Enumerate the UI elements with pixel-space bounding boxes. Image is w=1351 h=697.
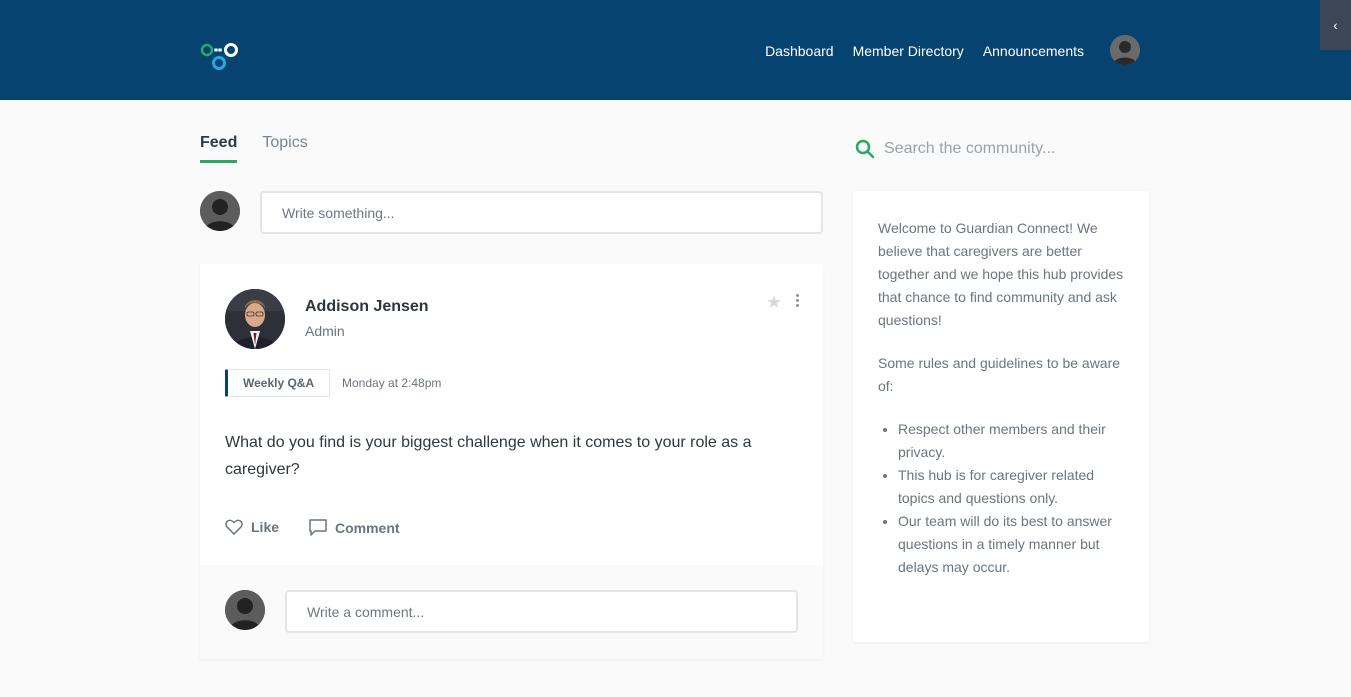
- user-silhouette-icon: [1110, 35, 1140, 65]
- composer-avatar: [200, 191, 240, 231]
- rules-list: Respect other members and their privacy.…: [878, 418, 1125, 579]
- author-name[interactable]: Addison Jensen: [305, 298, 429, 316]
- nav-member-directory[interactable]: Member Directory: [853, 43, 964, 59]
- comment-button[interactable]: Comment: [309, 519, 400, 536]
- author-role: Admin: [305, 323, 345, 339]
- nav-announcements[interactable]: Announcements: [983, 43, 1084, 59]
- community-search: [855, 136, 1150, 162]
- rule-item: Respect other members and their privacy.: [898, 418, 1125, 464]
- welcome-card: Welcome to Guardian Connect! We believe …: [853, 191, 1149, 642]
- commenter-avatar: [225, 590, 265, 630]
- guardian-connect-logo[interactable]: [198, 36, 242, 72]
- post-composer-input[interactable]: [260, 191, 823, 234]
- comment-area: [200, 565, 823, 659]
- feed-tabs: Feed Topics: [200, 134, 308, 163]
- sidebar-collapse-button[interactable]: ‹: [1320, 0, 1351, 50]
- topic-tag[interactable]: Weekly Q&A: [225, 369, 331, 397]
- nav-dashboard[interactable]: Dashboard: [765, 43, 834, 59]
- tab-topics[interactable]: Topics: [262, 134, 307, 163]
- star-icon[interactable]: ★: [766, 292, 782, 313]
- rule-item: Our team will do its best to answer ques…: [898, 510, 1125, 579]
- chevron-left-icon: ‹: [1333, 17, 1338, 33]
- rules-heading: Some rules and guidelines to be aware of…: [878, 355, 1121, 394]
- post-body: What do you find is your biggest challen…: [225, 434, 752, 478]
- welcome-text: Welcome to Guardian Connect! We believe …: [878, 220, 1124, 328]
- more-options-icon[interactable]: [790, 294, 804, 312]
- author-photo-icon: [225, 289, 285, 349]
- post-card: Addison Jensen Admin ★ Weekly Q&A Monday…: [200, 264, 823, 659]
- search-icon: [855, 139, 875, 159]
- comment-icon: [309, 519, 327, 536]
- top-navigation-bar: Dashboard Member Directory Announcements…: [0, 0, 1351, 100]
- heart-icon: [225, 519, 243, 535]
- user-avatar[interactable]: [1110, 35, 1140, 65]
- post-timestamp: Monday at 2:48pm: [342, 376, 442, 390]
- comment-input[interactable]: [285, 590, 798, 633]
- like-button[interactable]: Like: [225, 519, 279, 535]
- search-input[interactable]: [884, 140, 1144, 158]
- tab-feed[interactable]: Feed: [200, 134, 238, 163]
- main-nav: Dashboard Member Directory Announcements: [765, 43, 1084, 59]
- user-silhouette-icon: [200, 191, 240, 231]
- author-avatar[interactable]: [225, 289, 285, 349]
- comment-label: Comment: [335, 519, 400, 536]
- user-silhouette-icon: [225, 590, 265, 630]
- rule-item: This hub is for caregiver related topics…: [898, 464, 1125, 510]
- like-label: Like: [251, 519, 280, 535]
